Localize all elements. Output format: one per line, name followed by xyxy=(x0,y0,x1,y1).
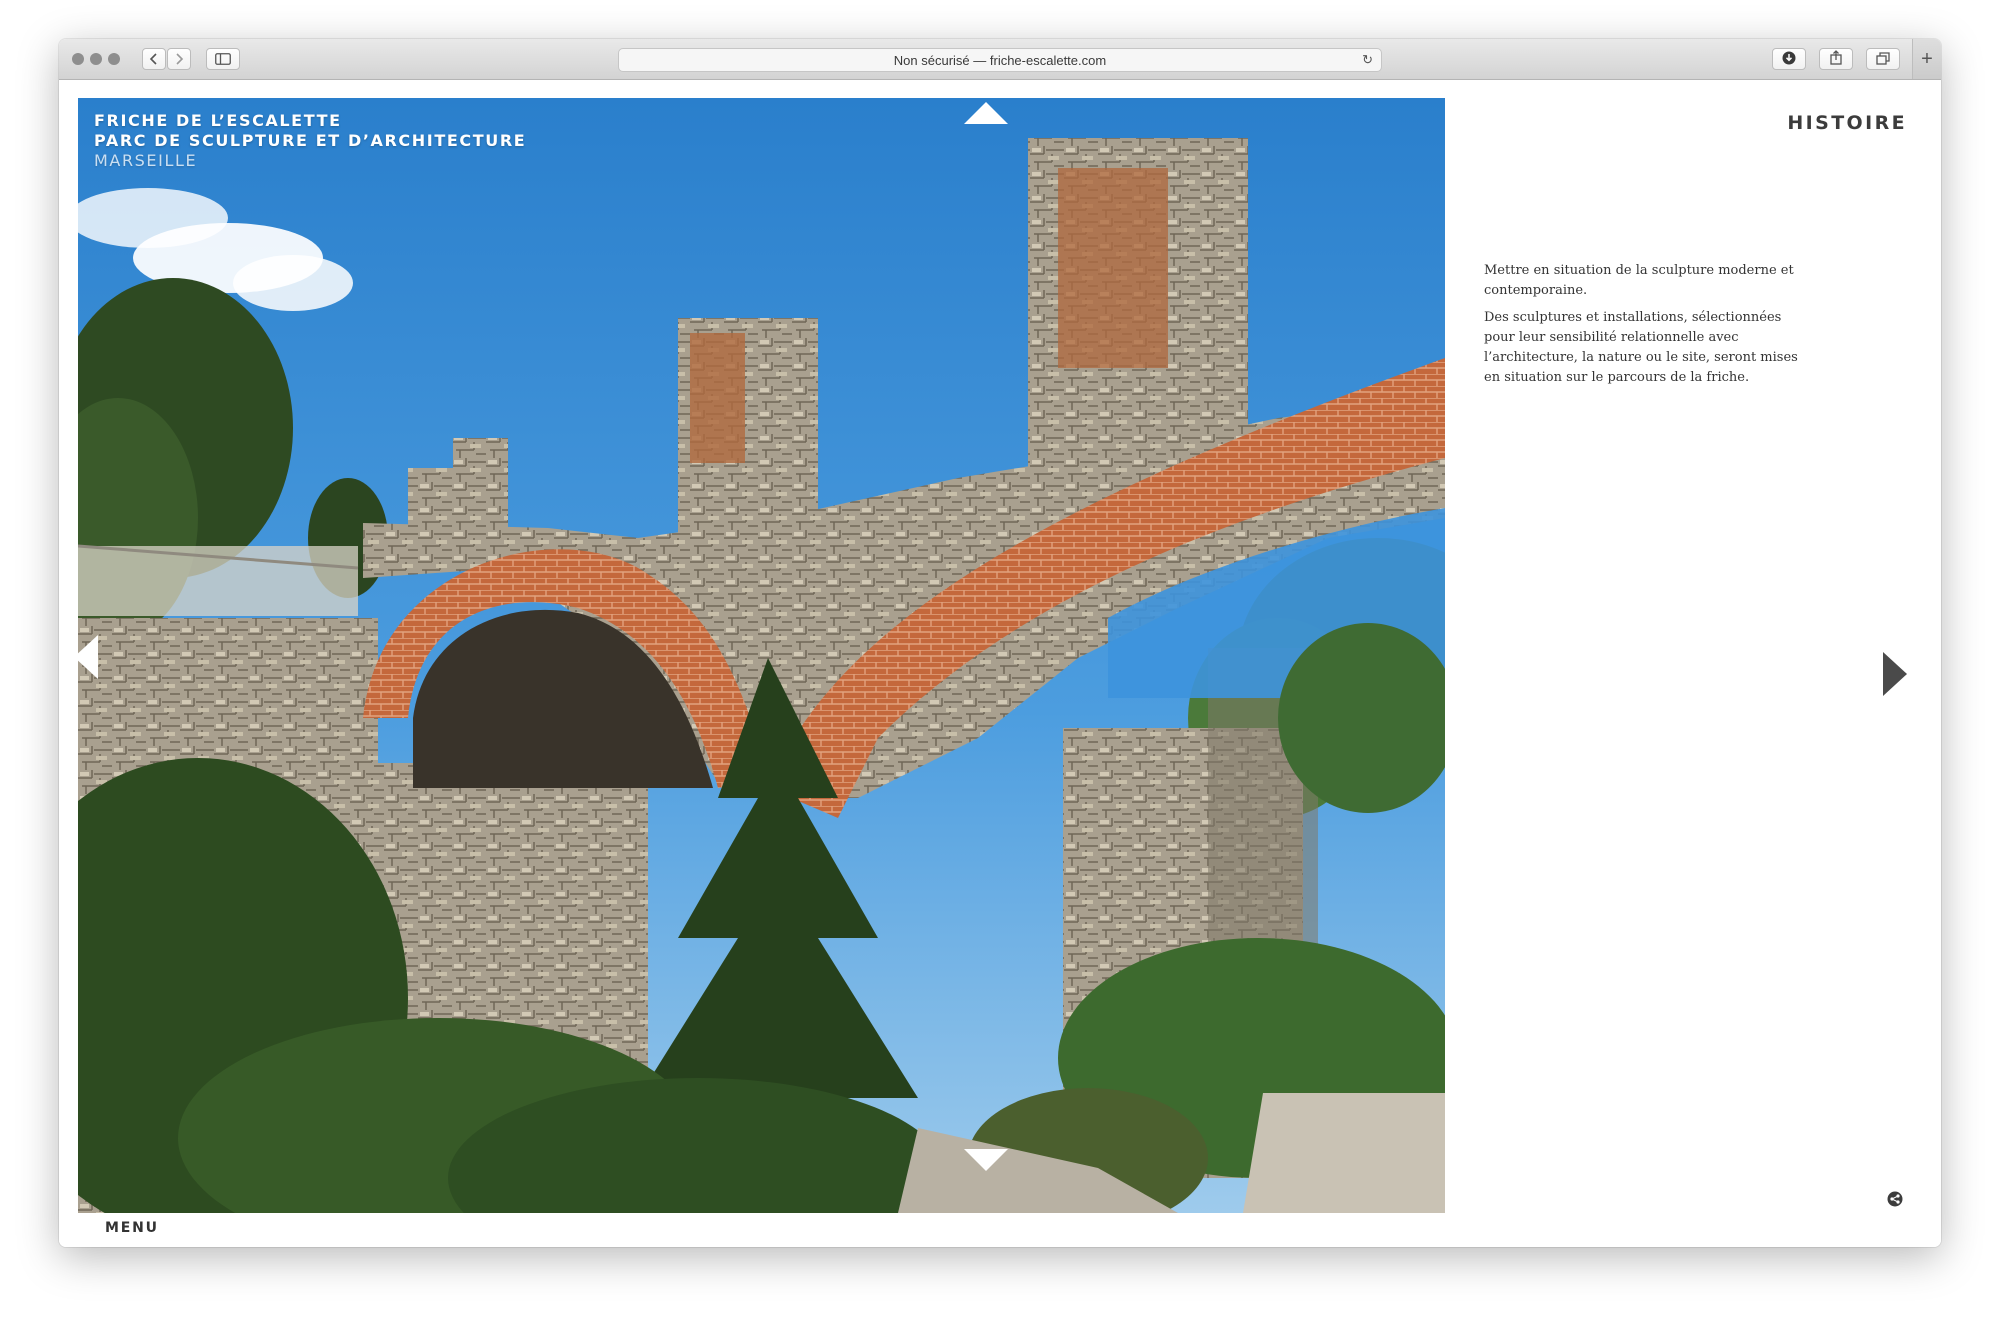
description-paragraph-1: Mettre en situation de la sculpture mode… xyxy=(1484,263,1794,298)
web-page: FRICHE DE L’ESCALETTE PARC DE SCULPTURE … xyxy=(59,80,1941,1247)
share-button[interactable] xyxy=(1819,48,1853,70)
tabs-icon xyxy=(1876,50,1890,69)
tabs-overview-button[interactable] xyxy=(1866,48,1900,70)
site-title-city: MARSEILLE xyxy=(94,151,198,170)
forward-icon xyxy=(174,50,184,69)
reload-icon[interactable]: ↻ xyxy=(1362,52,1373,68)
forward-button[interactable] xyxy=(167,48,191,70)
site-title[interactable]: FRICHE DE L’ESCALETTE PARC DE SCULPTURE … xyxy=(94,111,526,171)
description-paragraph-2: Des sculptures et installations, sélecti… xyxy=(1484,310,1798,385)
downloads-button[interactable] xyxy=(1772,48,1806,70)
previous-left-arrow-icon[interactable] xyxy=(74,635,98,679)
section-description: Mettre en situation de la sculpture mode… xyxy=(1484,261,1814,395)
site-title-line-2: PARC DE SCULPTURE ET D’ARCHITECTURE xyxy=(94,131,527,150)
browser-toolbar: Non sécurisé — friche-escalette.com ↻ + xyxy=(59,39,1941,80)
aqueduct-photo xyxy=(78,98,1445,1213)
photo-credits xyxy=(1484,1207,1814,1213)
hero-photo: FRICHE DE L’ESCALETTE PARC DE SCULPTURE … xyxy=(78,98,1445,1213)
new-tab-button[interactable]: + xyxy=(1912,39,1941,79)
browser-window: Non sécurisé — friche-escalette.com ↻ + xyxy=(59,39,1941,1247)
share-icon[interactable] xyxy=(1887,1191,1903,1207)
minimize-window-button[interactable] xyxy=(90,53,102,65)
close-window-button[interactable] xyxy=(72,53,84,65)
address-text: Non sécurisé — friche-escalette.com xyxy=(893,52,1107,68)
back-button[interactable] xyxy=(142,48,166,70)
sidebar-icon xyxy=(215,50,231,69)
previous-up-arrow-icon[interactable] xyxy=(964,102,1008,124)
menu-button[interactable]: MENU xyxy=(105,1220,159,1236)
address-bar[interactable]: Non sécurisé — friche-escalette.com ↻ xyxy=(618,48,1382,72)
next-down-arrow-icon[interactable] xyxy=(964,1149,1008,1171)
site-title-line-1: FRICHE DE L’ESCALETTE xyxy=(94,111,342,130)
zoom-window-button[interactable] xyxy=(108,53,120,65)
share-icon xyxy=(1830,49,1842,69)
back-icon xyxy=(149,50,159,69)
next-right-arrow-icon[interactable] xyxy=(1883,652,1907,696)
sidebar-button[interactable] xyxy=(206,48,240,70)
download-icon xyxy=(1782,50,1796,69)
section-title[interactable]: HISTOIRE xyxy=(1787,112,1907,134)
